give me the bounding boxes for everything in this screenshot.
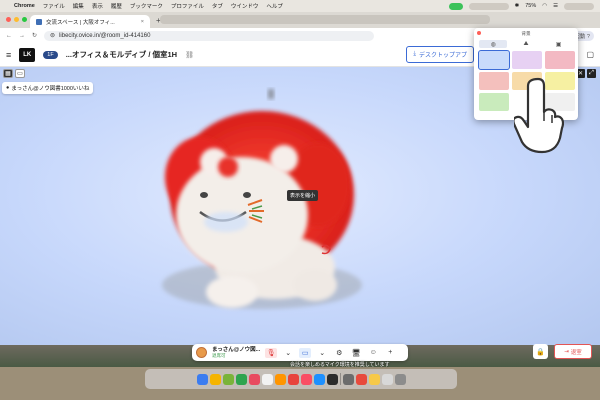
address-bar[interactable]: ⊜ libecity.ovice.in/@room_id-414160	[44, 30, 375, 41]
hamburger-menu-icon[interactable]: ≡	[6, 50, 11, 60]
leave-label: 退室	[570, 349, 582, 356]
control-center-icon[interactable]: ☰	[553, 3, 558, 9]
zoom-window-icon[interactable]	[22, 17, 27, 22]
dock-app-icon[interactable]	[261, 373, 273, 385]
dock-app-icon[interactable]	[381, 373, 393, 385]
screen-share-icon[interactable]: 🖥	[350, 348, 362, 358]
desktop-app-button[interactable]: ⤓ デスクトップアプ	[406, 46, 474, 63]
site-info-icon[interactable]: ⊜	[50, 32, 55, 39]
background-type-tabs: ◍ ⛰ ▣	[477, 40, 575, 48]
tab-title: 交流スペース | 大阪オフィ...	[46, 19, 115, 26]
menu-profiles[interactable]: プロファイル	[171, 2, 204, 10]
reaction-emoji-icon[interactable]: ☺	[367, 348, 379, 358]
tab-scenery-icon[interactable]: ⛰	[512, 40, 540, 48]
download-icon: ⤓	[413, 51, 416, 57]
user-status: 退席可	[212, 352, 226, 358]
tab-favicon	[36, 18, 42, 25]
blurred-status-item	[468, 2, 509, 10]
chat-icon[interactable]: ▢	[586, 50, 594, 59]
dock-app-icon[interactable]	[326, 373, 338, 385]
stage-resize-controls: ✕ ⤢	[576, 69, 596, 78]
dock-app-icon[interactable]	[300, 373, 312, 385]
fullscreen-icon[interactable]: ⤢	[587, 69, 596, 78]
dock-app-icon[interactable]	[287, 373, 299, 385]
dock-app-icon[interactable]	[274, 373, 286, 385]
settings-gear-icon[interactable]: ⚙	[333, 348, 345, 358]
menu-help[interactable]: ヘルプ	[266, 2, 283, 10]
browser-tabbar: 交流スペース | 大阪オフィ... × +	[0, 12, 600, 28]
menu-view[interactable]: 表示	[92, 2, 103, 10]
dock-app-icon[interactable]	[248, 373, 260, 385]
tab-color-icon[interactable]: ◍	[479, 40, 508, 48]
tab-image-icon[interactable]: ▣	[545, 40, 573, 48]
desktop-app-label: デスクトップアプ	[418, 53, 467, 59]
menu-bookmarks[interactable]: ブックマーク	[130, 2, 163, 10]
bottom-notice: 会話を楽しめるマイク環境を推奨しています	[290, 362, 390, 368]
dock-app-icon[interactable]	[235, 373, 247, 385]
mic-options-chevron-icon[interactable]: ⌄	[282, 348, 294, 358]
user-avatar[interactable]	[196, 347, 207, 358]
blurred-clock	[564, 2, 594, 10]
menu-history[interactable]: 履歴	[111, 2, 122, 10]
mic-muted-icon[interactable]: 🎙	[265, 347, 278, 358]
battery-percent[interactable]: 75%	[525, 3, 536, 9]
url-text: libecity.ovice.in/@room_id-414160	[59, 32, 151, 39]
macos-dock	[145, 369, 457, 389]
forward-icon[interactable]: →	[19, 33, 25, 39]
close-popover-icon[interactable]	[477, 31, 481, 35]
pointing-hand-icon	[514, 77, 564, 154]
menu-file[interactable]: ファイル	[43, 2, 65, 10]
back-icon[interactable]: ←	[6, 33, 12, 39]
close-window-icon[interactable]	[6, 17, 11, 22]
background-swatch[interactable]	[479, 72, 509, 90]
camera-status-icon[interactable]	[448, 2, 463, 10]
dock-app-icon[interactable]	[394, 373, 406, 385]
link-icon[interactable]: ⛓	[185, 51, 194, 59]
floor-badge[interactable]: 1F	[43, 50, 58, 59]
dock-app-icon[interactable]	[313, 373, 325, 385]
leave-room-button[interactable]: ⇥ 退室	[554, 344, 592, 359]
bluetooth-icon[interactable]: ✱	[515, 3, 520, 9]
app-logo[interactable]: LK	[19, 47, 36, 62]
menu-edit[interactable]: 編集	[73, 2, 84, 10]
browser-tab-active[interactable]: 交流スペース | 大阪オフィ... ×	[30, 15, 150, 28]
camera-options-chevron-icon[interactable]: ⌄	[316, 348, 328, 358]
menu-app-name[interactable]: Chrome	[14, 3, 35, 9]
dock-app-icon[interactable]	[209, 373, 221, 385]
menu-window[interactable]: ウインドウ	[231, 2, 259, 10]
popover-title: 背景	[521, 31, 531, 36]
dock-app-icon[interactable]	[355, 373, 367, 385]
macos-menubar: Chrome ファイル 編集 表示 履歴 ブックマーク プロファイル タブ ウイ…	[0, 0, 600, 12]
lock-icon[interactable]: 🔒	[533, 344, 548, 359]
dock-app-icon[interactable]	[368, 373, 380, 385]
camera-icon[interactable]: ▭	[299, 347, 312, 358]
window-controls	[6, 17, 27, 22]
close-tab-icon[interactable]: ×	[141, 19, 144, 25]
wifi-icon[interactable]: ◠	[542, 3, 547, 9]
dock-separator	[339, 373, 341, 385]
dock-app-icon[interactable]	[342, 373, 354, 385]
minimize-window-icon[interactable]	[14, 17, 19, 22]
exit-icon: ⇥	[564, 348, 569, 355]
background-swatch[interactable]	[512, 51, 542, 69]
room-breadcrumb: ...オフィス＆モルディブ / 個室1H	[65, 50, 178, 59]
background-swatch[interactable]	[479, 93, 509, 111]
user-info[interactable]: まっさん@ノウ図... 退席可	[212, 347, 260, 359]
dock-app-icon[interactable]	[222, 373, 234, 385]
dock-app-icon[interactable]	[196, 373, 208, 385]
background-swatch[interactable]	[545, 51, 575, 69]
call-control-bar: まっさん@ノウ図... 退席可 🎙 ⌄ ▭ ⌄ ⚙ 🖥 ☺ +	[192, 344, 408, 361]
shrink-tooltip: 表示を縮小	[287, 190, 319, 201]
reload-icon[interactable]: ↻	[32, 32, 37, 39]
add-more-icon[interactable]: +	[384, 348, 396, 358]
background-swatch[interactable]	[478, 50, 510, 70]
menu-tab[interactable]: タブ	[212, 2, 223, 10]
blurred-region	[160, 15, 490, 24]
